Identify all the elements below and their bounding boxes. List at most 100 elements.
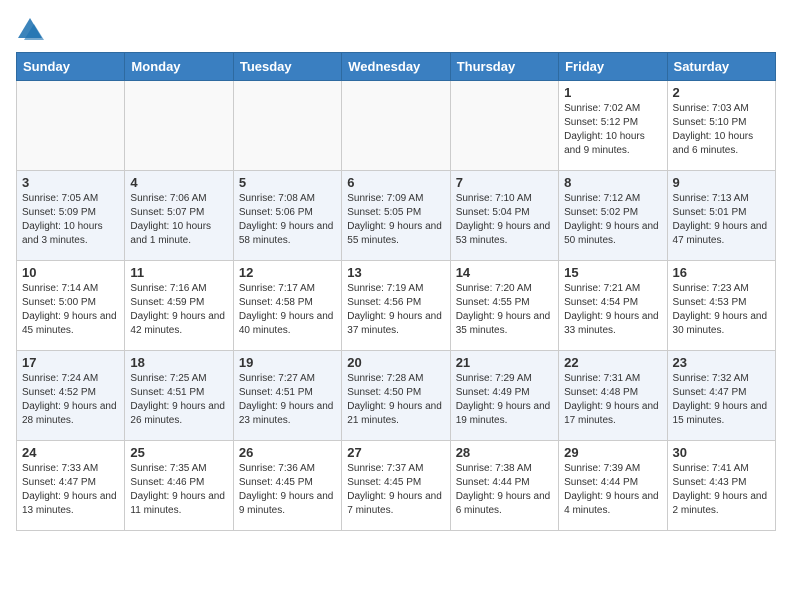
- day-number: 20: [347, 355, 444, 370]
- day-cell: 16 Sunrise: 7:23 AM Sunset: 4:53 PM Dayli…: [667, 261, 775, 351]
- day-number: 28: [456, 445, 553, 460]
- day-info: Sunrise: 7:14 AM Sunset: 5:00 PM Dayligh…: [22, 282, 119, 338]
- day-info: Sunrise: 7:38 AM Sunset: 4:44 PM Dayligh…: [456, 462, 553, 518]
- day-cell: 7 Sunrise: 7:10 AM Sunset: 5:04 PM Daylig…: [450, 171, 558, 261]
- day-number: 12: [239, 265, 336, 280]
- day-number: 2: [673, 85, 770, 100]
- header-monday: Monday: [125, 53, 233, 81]
- day-info: Sunrise: 7:36 AM Sunset: 4:45 PM Dayligh…: [239, 462, 336, 518]
- day-cell: 11 Sunrise: 7:16 AM Sunset: 4:59 PM Dayli…: [125, 261, 233, 351]
- header-row: SundayMondayTuesdayWednesdayThursdayFrid…: [17, 53, 776, 81]
- day-info: Sunrise: 7:17 AM Sunset: 4:58 PM Dayligh…: [239, 282, 336, 338]
- calendar-row: 3 Sunrise: 7:05 AM Sunset: 5:09 PM Daylig…: [17, 171, 776, 261]
- day-cell: [450, 81, 558, 171]
- day-cell: 21 Sunrise: 7:29 AM Sunset: 4:49 PM Dayli…: [450, 351, 558, 441]
- day-number: 16: [673, 265, 770, 280]
- day-number: 19: [239, 355, 336, 370]
- day-cell: 3 Sunrise: 7:05 AM Sunset: 5:09 PM Daylig…: [17, 171, 125, 261]
- day-info: Sunrise: 7:03 AM Sunset: 5:10 PM Dayligh…: [673, 102, 770, 158]
- day-cell: 17 Sunrise: 7:24 AM Sunset: 4:52 PM Dayli…: [17, 351, 125, 441]
- day-number: 23: [673, 355, 770, 370]
- day-cell: [125, 81, 233, 171]
- day-info: Sunrise: 7:12 AM Sunset: 5:02 PM Dayligh…: [564, 192, 661, 248]
- day-info: Sunrise: 7:16 AM Sunset: 4:59 PM Dayligh…: [130, 282, 227, 338]
- day-cell: 14 Sunrise: 7:20 AM Sunset: 4:55 PM Dayli…: [450, 261, 558, 351]
- day-number: 9: [673, 175, 770, 190]
- day-number: 6: [347, 175, 444, 190]
- day-cell: 10 Sunrise: 7:14 AM Sunset: 5:00 PM Dayli…: [17, 261, 125, 351]
- day-info: Sunrise: 7:10 AM Sunset: 5:04 PM Dayligh…: [456, 192, 553, 248]
- day-info: Sunrise: 7:31 AM Sunset: 4:48 PM Dayligh…: [564, 372, 661, 428]
- day-cell: 29 Sunrise: 7:39 AM Sunset: 4:44 PM Dayli…: [559, 441, 667, 531]
- day-number: 1: [564, 85, 661, 100]
- header-wednesday: Wednesday: [342, 53, 450, 81]
- day-cell: 19 Sunrise: 7:27 AM Sunset: 4:51 PM Dayli…: [233, 351, 341, 441]
- day-info: Sunrise: 7:08 AM Sunset: 5:06 PM Dayligh…: [239, 192, 336, 248]
- header-sunday: Sunday: [17, 53, 125, 81]
- day-info: Sunrise: 7:33 AM Sunset: 4:47 PM Dayligh…: [22, 462, 119, 518]
- day-info: Sunrise: 7:28 AM Sunset: 4:50 PM Dayligh…: [347, 372, 444, 428]
- day-number: 4: [130, 175, 227, 190]
- day-cell: 15 Sunrise: 7:21 AM Sunset: 4:54 PM Dayli…: [559, 261, 667, 351]
- day-number: 3: [22, 175, 119, 190]
- day-info: Sunrise: 7:35 AM Sunset: 4:46 PM Dayligh…: [130, 462, 227, 518]
- day-number: 29: [564, 445, 661, 460]
- day-number: 13: [347, 265, 444, 280]
- day-cell: [233, 81, 341, 171]
- day-cell: 2 Sunrise: 7:03 AM Sunset: 5:10 PM Daylig…: [667, 81, 775, 171]
- day-number: 18: [130, 355, 227, 370]
- day-info: Sunrise: 7:21 AM Sunset: 4:54 PM Dayligh…: [564, 282, 661, 338]
- day-info: Sunrise: 7:41 AM Sunset: 4:43 PM Dayligh…: [673, 462, 770, 518]
- day-info: Sunrise: 7:05 AM Sunset: 5:09 PM Dayligh…: [22, 192, 119, 248]
- day-number: 15: [564, 265, 661, 280]
- day-info: Sunrise: 7:20 AM Sunset: 4:55 PM Dayligh…: [456, 282, 553, 338]
- day-number: 5: [239, 175, 336, 190]
- day-number: 24: [22, 445, 119, 460]
- calendar-row: 10 Sunrise: 7:14 AM Sunset: 5:00 PM Dayli…: [17, 261, 776, 351]
- day-info: Sunrise: 7:02 AM Sunset: 5:12 PM Dayligh…: [564, 102, 661, 158]
- day-cell: 5 Sunrise: 7:08 AM Sunset: 5:06 PM Daylig…: [233, 171, 341, 261]
- logo: [16, 16, 48, 44]
- day-info: Sunrise: 7:32 AM Sunset: 4:47 PM Dayligh…: [673, 372, 770, 428]
- day-info: Sunrise: 7:27 AM Sunset: 4:51 PM Dayligh…: [239, 372, 336, 428]
- day-info: Sunrise: 7:25 AM Sunset: 4:51 PM Dayligh…: [130, 372, 227, 428]
- day-cell: 8 Sunrise: 7:12 AM Sunset: 5:02 PM Daylig…: [559, 171, 667, 261]
- day-cell: 30 Sunrise: 7:41 AM Sunset: 4:43 PM Dayli…: [667, 441, 775, 531]
- day-cell: 9 Sunrise: 7:13 AM Sunset: 5:01 PM Daylig…: [667, 171, 775, 261]
- day-number: 7: [456, 175, 553, 190]
- day-number: 17: [22, 355, 119, 370]
- day-number: 14: [456, 265, 553, 280]
- day-number: 10: [22, 265, 119, 280]
- day-info: Sunrise: 7:24 AM Sunset: 4:52 PM Dayligh…: [22, 372, 119, 428]
- day-cell: 25 Sunrise: 7:35 AM Sunset: 4:46 PM Dayli…: [125, 441, 233, 531]
- header-tuesday: Tuesday: [233, 53, 341, 81]
- calendar-row: 24 Sunrise: 7:33 AM Sunset: 4:47 PM Dayli…: [17, 441, 776, 531]
- day-info: Sunrise: 7:29 AM Sunset: 4:49 PM Dayligh…: [456, 372, 553, 428]
- day-cell: 23 Sunrise: 7:32 AM Sunset: 4:47 PM Dayli…: [667, 351, 775, 441]
- day-info: Sunrise: 7:13 AM Sunset: 5:01 PM Dayligh…: [673, 192, 770, 248]
- day-info: Sunrise: 7:39 AM Sunset: 4:44 PM Dayligh…: [564, 462, 661, 518]
- calendar-row: 17 Sunrise: 7:24 AM Sunset: 4:52 PM Dayli…: [17, 351, 776, 441]
- day-cell: 18 Sunrise: 7:25 AM Sunset: 4:51 PM Dayli…: [125, 351, 233, 441]
- header-friday: Friday: [559, 53, 667, 81]
- day-number: 27: [347, 445, 444, 460]
- day-number: 22: [564, 355, 661, 370]
- header-saturday: Saturday: [667, 53, 775, 81]
- day-cell: 12 Sunrise: 7:17 AM Sunset: 4:58 PM Dayli…: [233, 261, 341, 351]
- day-number: 8: [564, 175, 661, 190]
- calendar-table: SundayMondayTuesdayWednesdayThursdayFrid…: [16, 52, 776, 531]
- day-info: Sunrise: 7:23 AM Sunset: 4:53 PM Dayligh…: [673, 282, 770, 338]
- day-cell: 24 Sunrise: 7:33 AM Sunset: 4:47 PM Dayli…: [17, 441, 125, 531]
- day-number: 21: [456, 355, 553, 370]
- day-cell: 20 Sunrise: 7:28 AM Sunset: 4:50 PM Dayli…: [342, 351, 450, 441]
- day-number: 11: [130, 265, 227, 280]
- logo-icon: [16, 16, 44, 44]
- day-cell: 26Sunrise: 7:36 AM Sunset: 4:45 PM Dayli…: [233, 441, 341, 531]
- day-info: Sunrise: 7:09 AM Sunset: 5:05 PM Dayligh…: [347, 192, 444, 248]
- day-cell: 4Sunrise: 7:06 AM Sunset: 5:07 PM Daylig…: [125, 171, 233, 261]
- day-number: 30: [673, 445, 770, 460]
- day-number: 25: [130, 445, 227, 460]
- day-cell: 27Sunrise: 7:37 AM Sunset: 4:45 PM Dayli…: [342, 441, 450, 531]
- day-cell: [17, 81, 125, 171]
- day-info: Sunrise: 7:19 AM Sunset: 4:56 PM Dayligh…: [347, 282, 444, 338]
